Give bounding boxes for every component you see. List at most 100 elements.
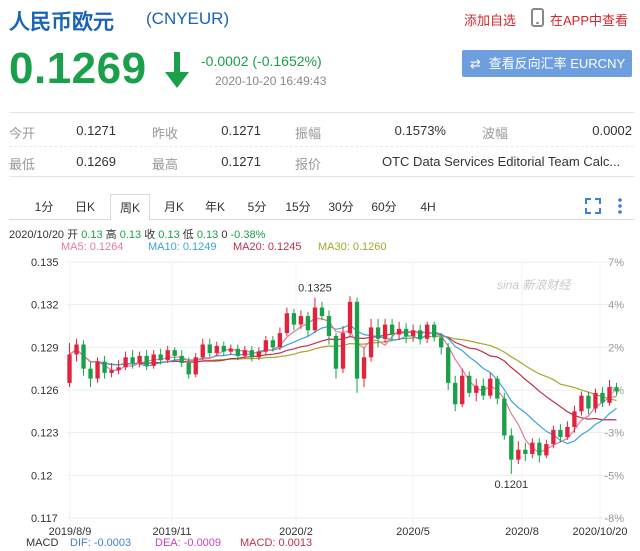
candle-body xyxy=(453,382,458,405)
add-favorite-link[interactable]: 添加自选 xyxy=(464,10,516,29)
candle-body xyxy=(495,378,500,399)
period-tabs: 1分 日K 周K 月K 年K 5分 15分 30分 60分 4H xyxy=(9,194,634,221)
stats-grid: 今开 0.1271 昨收 0.1271 振幅 0.1573% 波幅 0.0002… xyxy=(9,112,634,177)
tab-monthly[interactable]: 月K xyxy=(156,194,192,220)
stat-label-amplitude: 振幅 xyxy=(295,126,322,141)
y-tick-label: 0.123 xyxy=(31,428,59,440)
tab-5min[interactable]: 5分 xyxy=(240,194,274,220)
candle-body xyxy=(207,344,212,354)
candle-body xyxy=(291,313,297,325)
info-pct-value: -0.38% xyxy=(230,229,266,241)
candle-body xyxy=(186,362,191,375)
y2-tick-label: -8% xyxy=(604,513,624,525)
candle-body xyxy=(424,324,430,339)
candle-body xyxy=(67,354,72,383)
candle-body xyxy=(102,361,107,373)
stat-label-low: 最低 xyxy=(9,157,36,172)
candle-body xyxy=(130,357,135,363)
title-row: 人民币欧元 (CNYEUR) 添加自选 在APP中查看 xyxy=(0,0,640,38)
candle-body xyxy=(361,357,367,379)
y2-tick-label: -3% xyxy=(604,428,624,440)
candle-body xyxy=(193,357,198,375)
candle-body xyxy=(593,392,598,409)
currency-code: (CNYEUR) xyxy=(146,9,230,28)
candle-body xyxy=(368,327,374,358)
candle-body xyxy=(305,316,311,331)
candle-body xyxy=(558,429,563,437)
candle-body xyxy=(460,375,465,405)
swap-icon: ⇄ xyxy=(470,56,481,71)
stat-value-quote-source: OTC Data Services Editorial Team Calc... xyxy=(382,154,621,169)
macd-label: MACD xyxy=(26,537,59,549)
candle-body xyxy=(347,301,353,334)
candlestick-chart[interactable]: 0.135 0.132 0.129 0.126 0.123 0.12 0.117 7% 4% 2%… xyxy=(0,252,640,541)
candle-body xyxy=(530,442,535,454)
y2-tick-label: -5% xyxy=(604,470,624,482)
candle-body xyxy=(403,328,409,336)
candle-body xyxy=(410,330,416,336)
candle-body xyxy=(123,357,128,368)
tab-60min[interactable]: 60分 xyxy=(365,194,403,220)
candle-body xyxy=(74,344,79,355)
candle-body xyxy=(221,345,226,352)
candle-body xyxy=(172,350,177,356)
info-low-value: 0.13 xyxy=(196,229,219,241)
candle-body xyxy=(109,370,114,373)
candle-body xyxy=(544,444,549,456)
tab-30min[interactable]: 30分 xyxy=(322,194,360,220)
candle-body xyxy=(375,327,381,339)
x-tick-label: 2020/10/20 xyxy=(572,526,627,538)
expand-icon[interactable] xyxy=(584,197,602,215)
arrow-down-icon xyxy=(165,52,189,88)
candle-body xyxy=(298,316,304,325)
candle-body xyxy=(270,340,276,348)
open-in-app-link[interactable]: 在APP中查看 xyxy=(550,10,628,29)
y-tick-label: 0.135 xyxy=(31,257,59,269)
tab-1min[interactable]: 1分 xyxy=(27,194,61,220)
y-tick-label: 0.132 xyxy=(31,300,59,312)
candle-body xyxy=(579,395,584,412)
candle-body xyxy=(523,449,528,454)
candle-body xyxy=(600,392,605,403)
reverse-rate-button[interactable]: ⇄ 查看反向汇率 EURCNY xyxy=(462,50,632,77)
price-change: -0.0002 (-0.1652%) xyxy=(201,53,322,69)
y-tick-label: 0.117 xyxy=(31,513,58,525)
candle-body xyxy=(382,324,388,339)
info-open-label: 开 xyxy=(67,229,79,241)
tab-weekly[interactable]: 周K xyxy=(110,194,150,221)
candle-body xyxy=(200,344,205,358)
candle-body xyxy=(614,387,619,392)
y-tick-label: 0.129 xyxy=(31,342,59,354)
candle-body xyxy=(446,347,451,383)
candle-body xyxy=(319,307,325,317)
candle-body xyxy=(249,350,255,358)
candle-body xyxy=(586,395,591,409)
candle-body xyxy=(284,313,290,334)
info-date: 2020/10/20 xyxy=(9,229,65,241)
info-low-label: 低 xyxy=(182,229,194,241)
current-price: 0.1269 xyxy=(9,44,147,93)
extreme-label: 0.1325 xyxy=(298,283,332,295)
candle-body xyxy=(242,350,247,356)
page-title: 人民币欧元 xyxy=(9,11,114,34)
reverse-rate-label: 查看反向汇率 EURCNY xyxy=(488,56,626,71)
stat-label-prev-close: 昨收 xyxy=(152,126,179,141)
stats-row: 最低 0.1269 最高 0.1271 报价 OTC Data Services… xyxy=(9,146,634,176)
tab-4h[interactable]: 4H xyxy=(411,194,445,220)
candle-body xyxy=(439,337,444,348)
candle-body xyxy=(340,333,346,369)
macd-value: MACD: 0.0013 xyxy=(240,537,313,549)
candle-body xyxy=(509,435,514,460)
more-vertical-icon[interactable] xyxy=(611,197,629,215)
stat-label-high: 最高 xyxy=(152,157,179,172)
candle-body xyxy=(502,398,507,436)
tab-yearly[interactable]: 年K xyxy=(197,194,233,220)
candle-body xyxy=(228,348,233,352)
candle-body xyxy=(312,307,318,331)
candle-body xyxy=(354,301,360,379)
tab-daily[interactable]: 日K xyxy=(67,194,103,220)
tab-15min[interactable]: 15分 xyxy=(279,194,317,220)
candle-body xyxy=(179,355,184,363)
info-close-label: 收 xyxy=(144,229,156,241)
candle-body xyxy=(165,350,170,361)
